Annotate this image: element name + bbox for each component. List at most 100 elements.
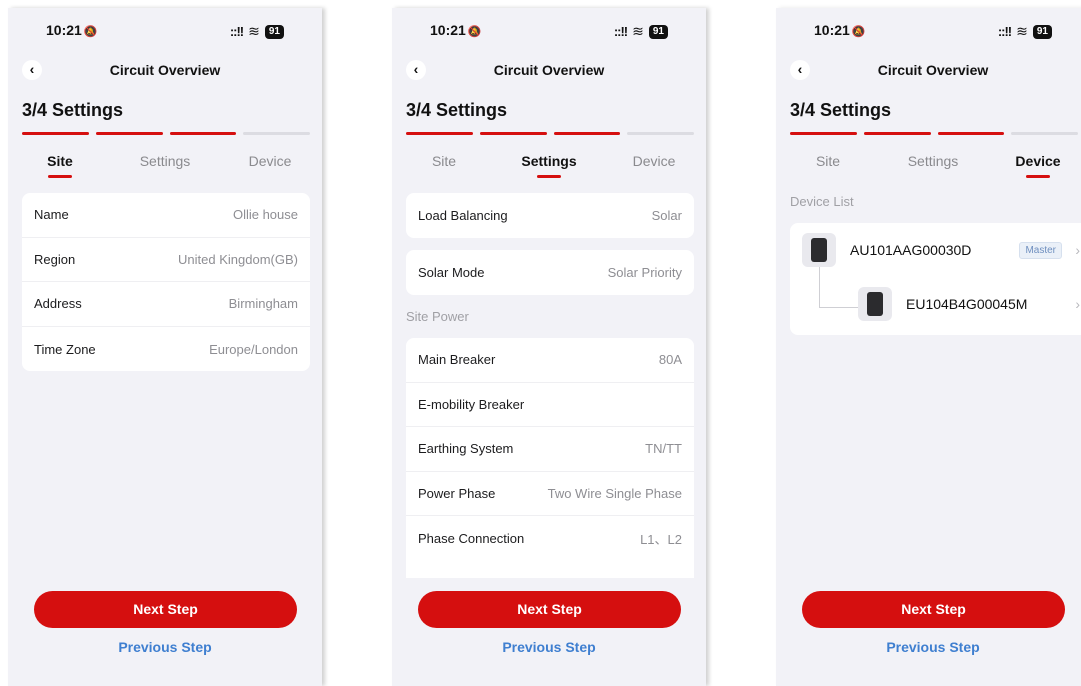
- row-value: L1、L2: [640, 532, 682, 548]
- tab-device[interactable]: Device: [230, 153, 310, 169]
- row-value: Europe/London: [209, 341, 298, 357]
- status-bar: 10:21 🔕 ::!! ≋ 91: [8, 22, 322, 42]
- status-time: 10:21 🔕: [46, 22, 98, 38]
- nav-title: Circuit Overview: [877, 62, 989, 78]
- battery-icon: 91: [1032, 24, 1052, 39]
- row-value: Solar Priority: [607, 264, 682, 280]
- previous-step-link[interactable]: Previous Step: [776, 639, 1081, 655]
- progress-segment: [169, 132, 237, 135]
- main-breaker-row[interactable]: Main Breaker 80A: [406, 338, 694, 383]
- tab-settings[interactable]: Settings: [509, 153, 589, 178]
- row-label: Solar Mode: [418, 264, 485, 280]
- battery-icon: 91: [648, 24, 668, 39]
- row-label: Phase Connection: [418, 531, 525, 547]
- previous-step-link[interactable]: Previous Step: [392, 639, 706, 655]
- load-balancing-card: Load Balancing Solar: [406, 193, 694, 238]
- battery-icon: 91: [264, 24, 284, 39]
- status-time: 10:21 🔕: [814, 22, 866, 38]
- site-info-card: Name Ollie house Region United Kingdom(GB)…: [22, 193, 310, 372]
- next-step-button[interactable]: Next Step: [418, 591, 681, 628]
- site-name-row[interactable]: Name Ollie house: [22, 193, 310, 238]
- progress-segment: [479, 132, 547, 135]
- power-phase-row[interactable]: Power Phase Two Wire Single Phase: [406, 472, 694, 517]
- row-label: Load Balancing: [418, 207, 508, 223]
- e-mobility-breaker-row[interactable]: E-mobility Breaker: [406, 383, 694, 428]
- tab-underline: [537, 175, 561, 178]
- progress-segment: [95, 132, 163, 135]
- progress-segment: [243, 132, 310, 135]
- solar-mode-card: Solar Mode Solar Priority: [406, 250, 694, 295]
- progress-segment: [1011, 132, 1078, 135]
- row-value: Birmingham: [228, 296, 298, 312]
- device-row-master[interactable]: AU101AAG00030D Master ›: [790, 223, 1081, 277]
- signal-icon: ::!!: [229, 24, 244, 39]
- progress-segment: [627, 132, 694, 135]
- row-value: Ollie house: [232, 207, 298, 223]
- solar-mode-row[interactable]: Solar Mode Solar Priority: [406, 250, 694, 295]
- progress-segment: [937, 132, 1005, 135]
- step-title: 3/4 Settings: [22, 100, 124, 120]
- mute-icon: 🔕: [467, 26, 482, 38]
- nav-bar: ‹ Circuit Overview: [8, 58, 322, 84]
- step-progress: [790, 132, 1078, 135]
- previous-step-link[interactable]: Previous Step: [8, 639, 322, 655]
- mute-icon: 🔕: [851, 26, 866, 38]
- wifi-icon: ≋: [632, 23, 644, 39]
- mute-icon: 🔕: [83, 26, 98, 38]
- progress-segment: [22, 132, 89, 135]
- progress-segment: [553, 132, 621, 135]
- step-title: 3/4 Settings: [790, 100, 892, 120]
- screen-site: 10:21 🔕 ::!! ≋ 91 ‹ Circuit Overview 3/4 …: [8, 8, 322, 686]
- site-address-row[interactable]: Address Birmingham: [22, 282, 310, 327]
- chevron-right-icon: ›: [1075, 242, 1080, 258]
- row-value: TN/TT: [645, 441, 682, 457]
- status-bar: 10:21 🔕 ::!! ≋ 91: [776, 22, 1081, 42]
- next-step-button[interactable]: Next Step: [802, 591, 1065, 628]
- signal-icon: ::!!: [997, 24, 1012, 39]
- row-label: Earthing System: [418, 441, 514, 457]
- tab-bar: Site Settings Device: [392, 153, 706, 183]
- device-name: EU104B4G00045M: [906, 296, 1028, 312]
- site-region-row[interactable]: Region United Kingdom(GB): [22, 238, 310, 283]
- wifi-icon: ≋: [248, 23, 260, 39]
- wifi-icon: ≋: [1016, 23, 1028, 39]
- row-label: Main Breaker: [418, 352, 496, 368]
- status-time: 10:21 🔕: [430, 22, 482, 38]
- status-bar: 10:21 🔕 ::!! ≋ 91: [392, 22, 706, 42]
- device-list-card: AU101AAG00030D Master › EU104B4G00045M ›: [790, 223, 1081, 335]
- tab-site[interactable]: Site: [788, 153, 868, 169]
- tab-site[interactable]: Site: [404, 153, 484, 169]
- row-value: Solar: [651, 207, 682, 223]
- tab-device[interactable]: Device: [998, 153, 1078, 178]
- row-label: Power Phase: [418, 486, 496, 502]
- earthing-system-row[interactable]: Earthing System TN/TT: [406, 427, 694, 472]
- charger-icon: [858, 287, 892, 321]
- step-progress: [22, 132, 310, 135]
- row-label: E-mobility Breaker: [418, 396, 525, 412]
- device-row-child[interactable]: EU104B4G00045M ›: [790, 277, 1081, 331]
- signal-icon: ::!!: [613, 24, 628, 39]
- progress-segment: [863, 132, 931, 135]
- charger-icon: [802, 233, 836, 267]
- tab-device[interactable]: Device: [614, 153, 694, 169]
- row-value: Two Wire Single Phase: [547, 486, 682, 502]
- row-value: United Kingdom(GB): [178, 251, 298, 267]
- row-label: Time Zone: [34, 341, 96, 357]
- device-name: AU101AAG00030D: [850, 242, 972, 258]
- step-title: 3/4 Settings: [406, 100, 508, 120]
- device-list-heading: Device List: [790, 194, 854, 209]
- tab-bar: Site Settings Device: [8, 153, 322, 183]
- tab-settings[interactable]: Settings: [125, 153, 205, 169]
- tab-settings[interactable]: Settings: [893, 153, 973, 169]
- chevron-right-icon: ›: [1075, 296, 1080, 312]
- row-label: Region: [34, 251, 76, 267]
- tab-underline: [1026, 175, 1050, 178]
- load-balancing-row[interactable]: Load Balancing Solar: [406, 193, 694, 238]
- next-step-button[interactable]: Next Step: [34, 591, 297, 628]
- tab-site[interactable]: Site: [20, 153, 100, 178]
- row-label: Address: [34, 296, 82, 312]
- phase-connection-row[interactable]: Phase Connection L1、L2: [406, 516, 694, 561]
- row-value: 80A: [658, 352, 682, 368]
- screen-device: 10:21 🔕 ::!! ≋ 91 ‹ Circuit Overview 3/4 …: [776, 8, 1081, 686]
- site-timezone-row[interactable]: Time Zone Europe/London: [22, 327, 310, 372]
